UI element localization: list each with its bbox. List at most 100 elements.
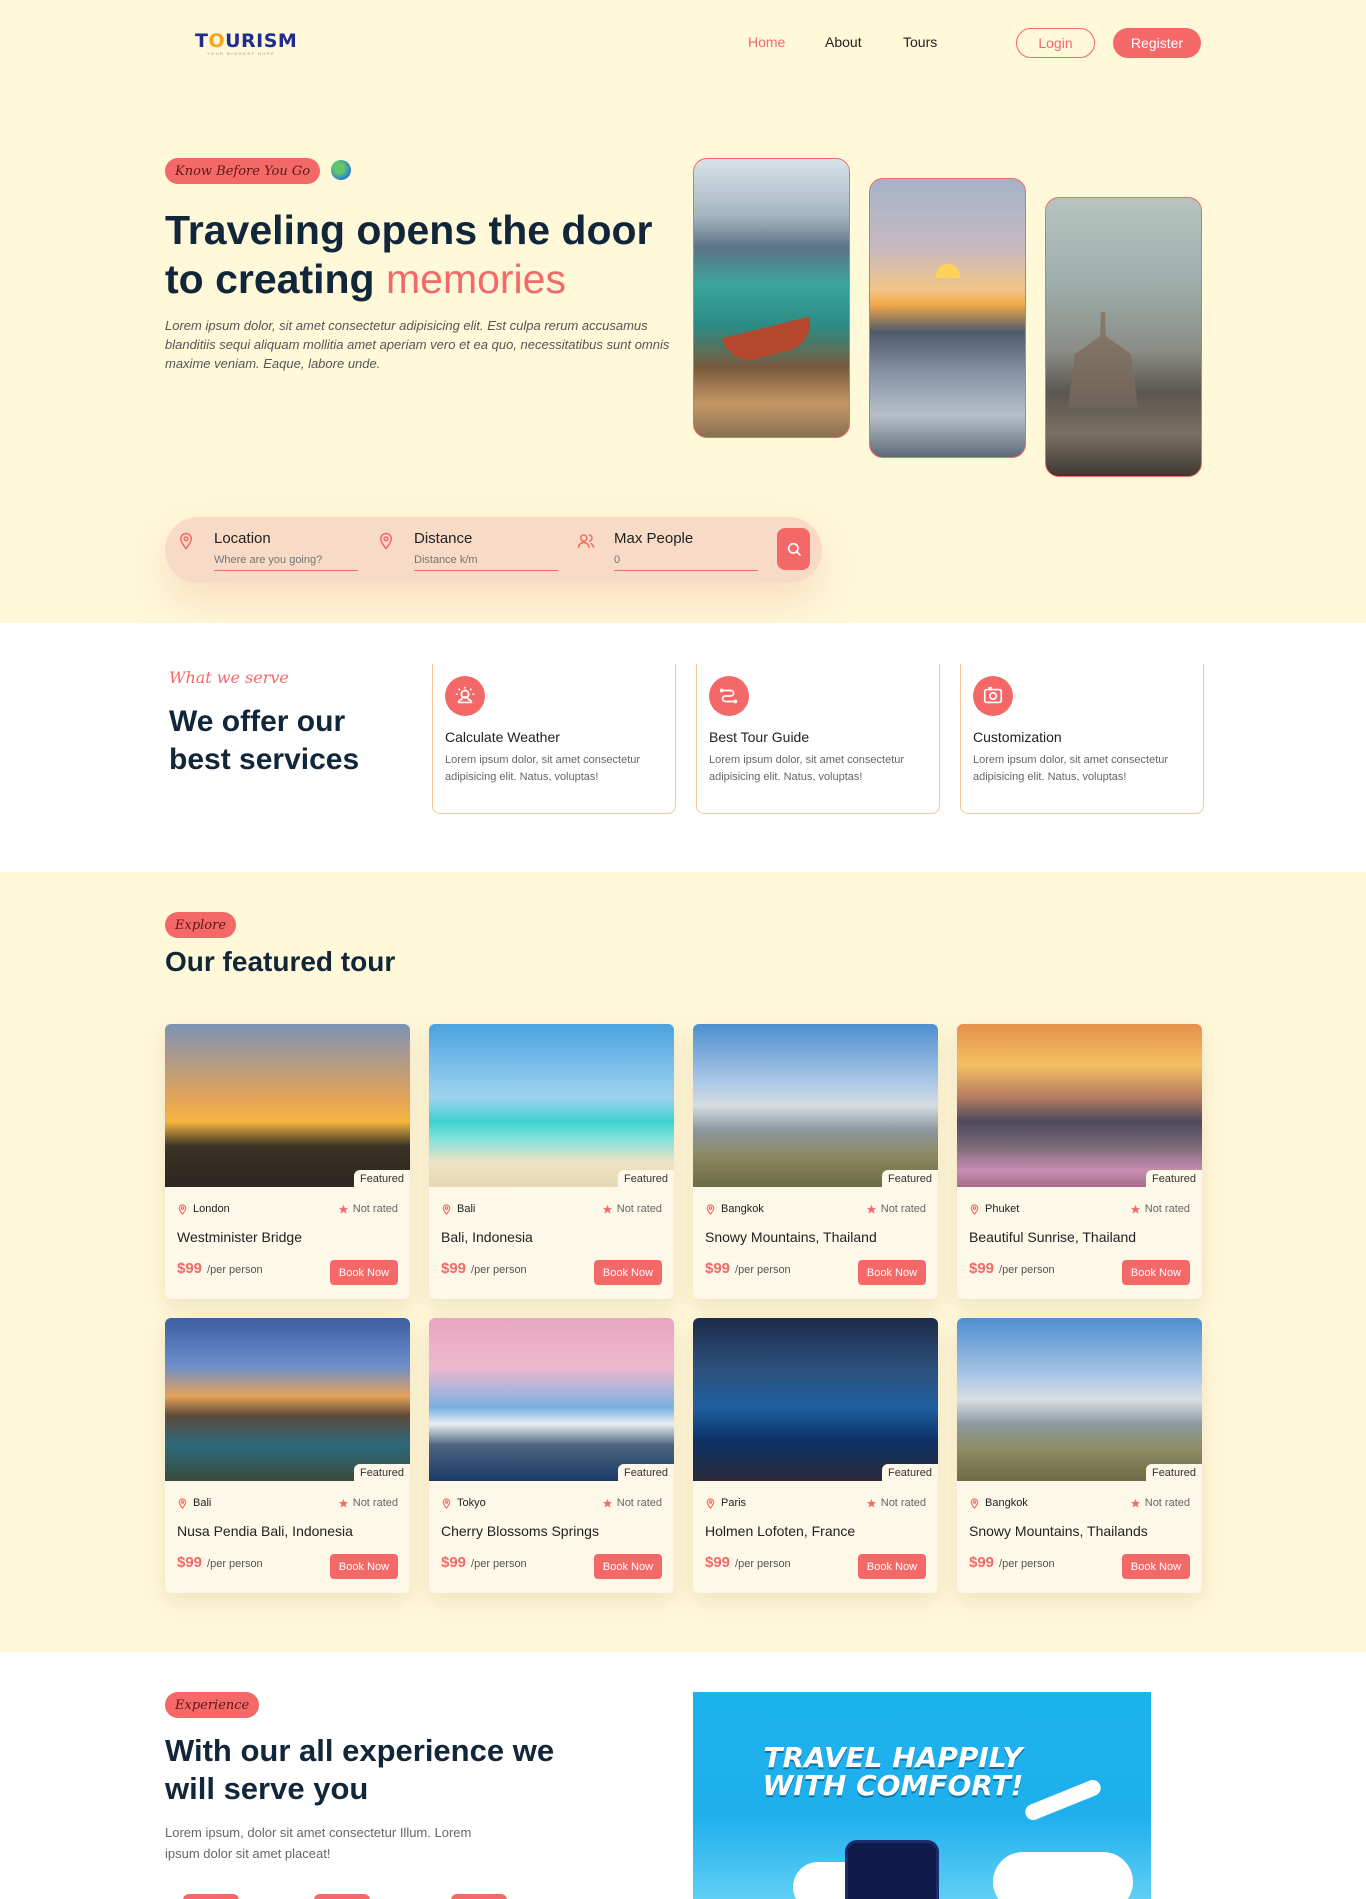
tour-city: Bangkok [985,1497,1028,1509]
star-icon [1130,1204,1140,1214]
search-button[interactable] [777,528,810,570]
book-now-button[interactable]: Book Now [594,1260,662,1285]
book-now-button[interactable]: Book Now [858,1554,926,1579]
star-icon [866,1498,876,1508]
tour-title[interactable]: Westminister Bridge [177,1229,302,1245]
service-card-weather: Calculate Weather Lorem ipsum dolor, sit… [432,664,676,814]
sun-shape [936,264,960,278]
tour-location: Paris [705,1497,746,1509]
tour-title[interactable]: Cherry Blossoms Springs [441,1523,599,1539]
nav-about[interactable]: About [825,34,862,50]
featured-badge: Featured [617,1170,674,1188]
register-button[interactable]: Register [1113,28,1201,58]
tour-card[interactable]: Featured Phuket Not rated Beautiful Sunr… [957,1024,1202,1299]
location-pin-icon [970,1497,979,1509]
tour-title[interactable]: Bali, Indonesia [441,1229,533,1245]
service-card-desc: Lorem ipsum dolor, sit amet consectetur … [973,754,1169,783]
book-now-button[interactable]: Book Now [1122,1260,1190,1285]
location-pin-icon [970,1203,979,1215]
tour-image[interactable] [165,1024,410,1187]
service-card-desc: Lorem ipsum dolor, sit amet consectetur … [709,754,905,783]
featured-badge: Featured [1145,1170,1202,1188]
tour-rating: Not rated [1130,1497,1190,1509]
location-pin-icon [706,1497,715,1509]
rating-text: Not rated [352,1497,398,1509]
location-pin-icon [179,532,193,550]
price-unit: /per person [999,1558,1055,1570]
tour-image[interactable] [429,1318,674,1481]
price-unit: /per person [471,1264,527,1276]
star-icon [602,1498,612,1508]
customize-icon [973,676,1013,716]
nav-home[interactable]: Home [748,34,785,50]
distance-pin-icon [379,532,393,550]
hero-title: Traveling opens the door to creating mem… [165,206,685,304]
star-icon [602,1204,612,1214]
tour-card[interactable]: Featured Tokyo Not rated Cherry Blossoms… [429,1318,674,1593]
search-icon [787,542,801,556]
location-pin-icon [442,1497,451,1509]
star-icon [338,1204,348,1214]
login-button[interactable]: Login [1016,28,1095,58]
logo[interactable]: TOURISM YOUR BIGGEST HOPE [195,30,297,56]
tour-price: $99 /per person [441,1554,527,1571]
featured-badge: Featured [881,1464,938,1482]
experience-section: Experience With our all experience we wi… [0,1652,1366,1899]
tour-image[interactable] [693,1024,938,1187]
tour-card[interactable]: Featured Paris Not rated Holmen Lofoten,… [693,1318,938,1593]
tour-price: $99 /per person [441,1260,527,1277]
tour-title[interactable]: Holmen Lofoten, France [705,1523,855,1539]
tour-card[interactable]: Featured Bangkok Not rated Snowy Mountai… [957,1318,1202,1593]
tour-card[interactable]: Featured Bangkok Not rated Snowy Mountai… [693,1024,938,1299]
book-now-button[interactable]: Book Now [594,1554,662,1579]
tour-card[interactable]: Featured London Not rated Westminister B… [165,1024,410,1299]
price-value: $99 [969,1260,995,1277]
distance-input[interactable] [414,554,558,571]
explore-pill: Explore [165,912,237,938]
featured-badge: Featured [617,1464,674,1482]
mosque-shape [1068,288,1138,408]
tour-city: Tokyo [457,1497,486,1509]
hero-image-sunset [869,178,1026,458]
star-icon [338,1498,348,1508]
nav-tours[interactable]: Tours [903,34,937,50]
book-now-button[interactable]: Book Now [1122,1554,1190,1579]
tour-rating: Not rated [602,1203,662,1215]
tour-image[interactable] [957,1318,1202,1481]
location-pin-icon [442,1203,451,1215]
tour-card[interactable]: Featured Bali Not rated Nusa Pendia Bali… [165,1318,410,1593]
tour-image[interactable] [957,1024,1202,1187]
people-input[interactable] [614,554,758,571]
tour-location: London [177,1203,230,1215]
tour-title[interactable]: Snowy Mountains, Thailand [705,1229,877,1245]
featured-badge: Featured [881,1170,938,1188]
tour-image[interactable] [693,1318,938,1481]
globe-icon [331,160,351,180]
distance-label: Distance [414,530,473,547]
tour-image[interactable] [429,1024,674,1187]
book-now-button[interactable]: Book Now [858,1260,926,1285]
location-input[interactable] [214,554,358,571]
phone-icon [845,1840,939,1899]
tour-title[interactable]: Beautiful Sunrise, Thailand [969,1229,1136,1245]
service-card-title: Customization [973,729,1062,745]
book-now-button[interactable]: Book Now [330,1260,398,1285]
tour-price: $99 /per person [969,1554,1055,1571]
cloud-shape [993,1852,1133,1899]
tour-rating: Not rated [1130,1203,1190,1215]
hero-image-lake [693,158,850,438]
book-now-button[interactable]: Book Now [330,1554,398,1579]
experience-description: Lorem ipsum, dolor sit amet consectetur … [165,1825,472,1861]
hero-description: Lorem ipsum dolor, sit amet consectetur … [165,318,670,371]
tour-title[interactable]: Nusa Pendia Bali, Indonesia [177,1523,353,1539]
rating-text: Not rated [1144,1203,1190,1215]
tour-card[interactable]: Featured Bali Not rated Bali, Indonesia … [429,1024,674,1299]
price-unit: /per person [471,1558,527,1570]
location-pin-icon [706,1203,715,1215]
tour-image[interactable] [165,1318,410,1481]
banner-line2: WITH COMFORT! [762,1769,1024,1802]
price-unit: /per person [207,1558,263,1570]
tour-rating: Not rated [866,1203,926,1215]
tour-title[interactable]: Snowy Mountains, Thailands [969,1523,1148,1539]
tour-rating: Not rated [338,1203,398,1215]
